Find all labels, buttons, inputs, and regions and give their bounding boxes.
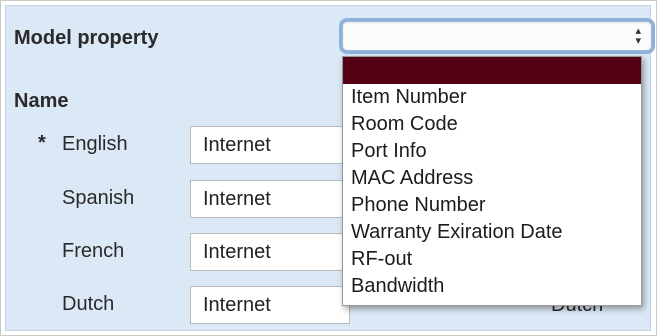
dropdown-option-room-code[interactable]: Room Code: [343, 111, 641, 138]
dropdown-option-port-info[interactable]: Port Info: [343, 138, 641, 165]
model-property-dropdown: Item Number Room Code Port Info MAC Addr…: [342, 56, 642, 306]
name-input-french[interactable]: Internet: [190, 233, 350, 271]
name-input-english[interactable]: Internet: [190, 126, 350, 164]
chevron-down-icon: ▾: [635, 35, 641, 47]
language-label-french: French: [62, 240, 125, 262]
model-property-label: Model property: [14, 27, 159, 49]
dropdown-option-bandwidth[interactable]: Bandwidth: [343, 273, 641, 300]
name-input-spanish[interactable]: Internet: [190, 180, 350, 218]
dropdown-option-blank[interactable]: [343, 57, 641, 84]
select-arrows-icon: ▴ ▾: [635, 26, 641, 47]
model-property-select[interactable]: ▴ ▾: [342, 21, 652, 51]
required-marker: *: [38, 132, 46, 154]
dropdown-option-item-number[interactable]: Item Number: [343, 84, 641, 111]
language-label-dutch: Dutch: [62, 293, 115, 315]
dropdown-option-mac-address[interactable]: MAC Address: [343, 165, 641, 192]
name-section-label: Name: [14, 90, 69, 112]
dropdown-option-phone-number[interactable]: Phone Number: [343, 192, 641, 219]
language-label-spanish: Spanish: [62, 187, 135, 209]
dropdown-option-warranty-expiration[interactable]: Warranty Exiration Date: [343, 219, 641, 246]
name-input-dutch[interactable]: Internet: [190, 286, 350, 324]
dropdown-option-rf-out[interactable]: RF-out: [343, 246, 641, 273]
language-label-english: English: [62, 133, 128, 155]
